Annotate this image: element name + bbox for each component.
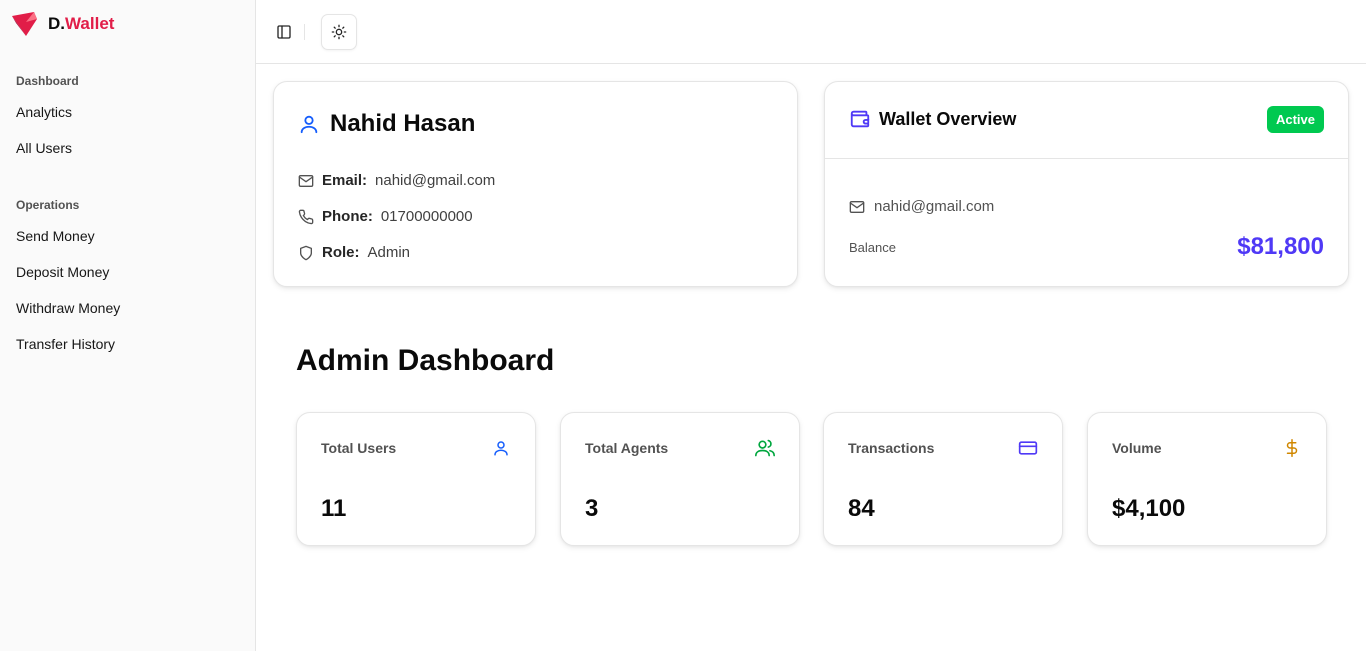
profile-card: Nahid Hasan Email: nahid@gmail.com Phone… <box>273 81 798 287</box>
stat-card-total-users: Total Users 11 <box>296 412 536 546</box>
profile-role-value: Admin <box>367 244 411 261</box>
profile-email-row: Email: nahid@gmail.com <box>298 172 495 189</box>
brand-name: D.Wallet <box>48 14 114 34</box>
wallet-email-value: nahid@gmail.com <box>874 198 995 215</box>
stat-card-transactions: Transactions 84 <box>823 412 1063 546</box>
sidebar-item-analytics[interactable]: Analytics <box>8 96 248 128</box>
user-icon <box>300 115 318 134</box>
wallet-icon <box>850 110 870 128</box>
sidebar-toggle-button[interactable] <box>270 18 298 46</box>
users-icon <box>755 438 775 458</box>
wallet-title-text: Wallet Overview <box>879 108 1017 129</box>
dollar-sign-icon <box>1282 438 1302 458</box>
header-separator <box>304 24 305 40</box>
stat-value: 3 <box>585 495 599 522</box>
mail-icon <box>298 173 314 189</box>
sidebar-group-operations: Operations <box>16 198 80 212</box>
wallet-title: Wallet Overview <box>849 108 1016 130</box>
sidebar-item-withdraw-money[interactable]: Withdraw Money <box>8 292 248 324</box>
credit-card-icon <box>1018 438 1038 458</box>
stat-label: Total Users <box>321 440 397 456</box>
sidebar: D.Wallet Dashboard Analytics All Users O… <box>0 0 256 651</box>
balance-label: Balance <box>849 240 896 255</box>
stat-label: Total Agents <box>585 440 669 456</box>
wallet-email-row: nahid@gmail.com <box>849 198 994 215</box>
theme-toggle-button[interactable] <box>321 14 357 50</box>
stat-card-total-agents: Total Agents 3 <box>560 412 800 546</box>
sun-icon <box>331 24 347 40</box>
sidebar-group-dashboard: Dashboard <box>16 74 79 88</box>
stat-value: 11 <box>321 495 347 522</box>
wallet-status-badge: Active <box>1266 106 1324 133</box>
stat-label: Volume <box>1112 440 1162 456</box>
mail-icon <box>849 200 865 213</box>
stat-label: Transactions <box>848 440 935 456</box>
page-title: Admin Dashboard <box>296 344 555 377</box>
panel-left-icon <box>277 25 291 39</box>
profile-name-text: Nahid Hasan <box>330 110 476 137</box>
brand[interactable]: D.Wallet <box>10 9 114 39</box>
profile-email-value: nahid@gmail.com <box>375 172 496 189</box>
user-icon <box>491 438 511 458</box>
stat-card-volume: Volume $4,100 <box>1087 412 1327 546</box>
sidebar-item-send-money[interactable]: Send Money <box>8 220 248 252</box>
stat-value: $4,100 <box>1112 495 1186 522</box>
profile-phone-label: Phone: <box>322 208 373 225</box>
profile-role-row: Role: Admin <box>298 244 410 261</box>
wallet-card: Wallet Overview Active nahid@gmail.com B… <box>824 81 1349 287</box>
top-header <box>256 0 1366 64</box>
stat-value: 84 <box>848 495 875 522</box>
phone-icon <box>298 209 314 225</box>
profile-name: Nahid Hasan <box>298 110 475 138</box>
shield-icon <box>298 245 314 261</box>
brand-wordmark: Wallet <box>65 14 115 33</box>
sidebar-item-transfer-history[interactable]: Transfer History <box>8 328 248 360</box>
profile-phone-value: 01700000000 <box>380 208 473 225</box>
sidebar-item-deposit-money[interactable]: Deposit Money <box>8 256 248 288</box>
profile-role-label: Role: <box>322 244 360 261</box>
profile-phone-row: Phone: 01700000000 <box>298 208 473 225</box>
balance-value: $81,800 <box>1237 233 1324 260</box>
logo-icon <box>10 9 40 39</box>
brand-prefix: D. <box>48 14 65 33</box>
profile-email-label: Email: <box>322 172 368 189</box>
sidebar-item-all-users[interactable]: All Users <box>8 132 248 164</box>
wallet-card-header: Wallet Overview Active <box>825 82 1348 159</box>
